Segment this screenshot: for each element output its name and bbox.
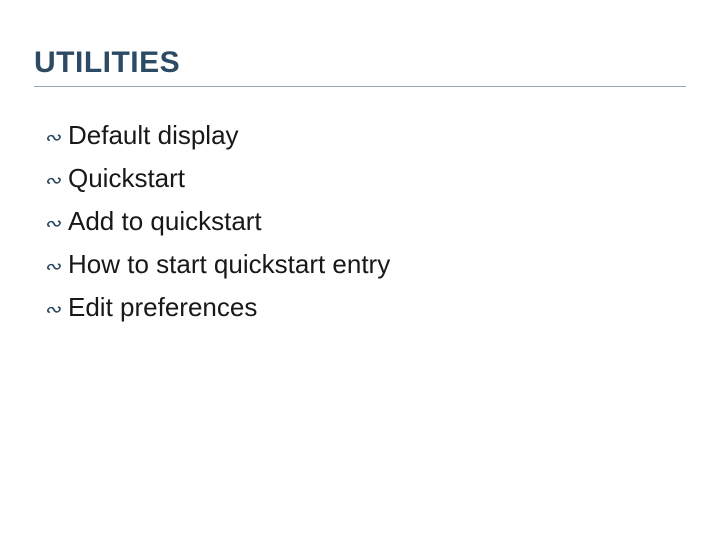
list-item: ∾ Edit preferences	[44, 290, 660, 325]
list-item: ∾ Quickstart	[44, 161, 660, 196]
list-item-text: Default display	[68, 118, 660, 152]
list-item-text: Add to quickstart	[68, 204, 660, 238]
slide-title: UTILITIES	[34, 46, 686, 84]
body-area: ∾ Default display ∾ Quickstart ∾ Add to …	[44, 118, 660, 333]
list-item-text: Quickstart	[68, 161, 660, 195]
title-area: UTILITIES	[34, 46, 686, 87]
bullet-icon: ∾	[44, 209, 68, 239]
bullet-icon: ∾	[44, 295, 68, 325]
list-item-text: Edit preferences	[68, 290, 660, 324]
list-item: ∾ Add to quickstart	[44, 204, 660, 239]
list-item-text: How to start quickstart entry	[68, 247, 660, 281]
bullet-icon: ∾	[44, 166, 68, 196]
list-item: ∾ Default display	[44, 118, 660, 153]
bullet-icon: ∾	[44, 252, 68, 282]
slide: UTILITIES ∾ Default display ∾ Quickstart…	[0, 0, 720, 540]
bullet-icon: ∾	[44, 123, 68, 153]
list-item: ∾ How to start quickstart entry	[44, 247, 660, 282]
title-underline	[34, 86, 686, 87]
